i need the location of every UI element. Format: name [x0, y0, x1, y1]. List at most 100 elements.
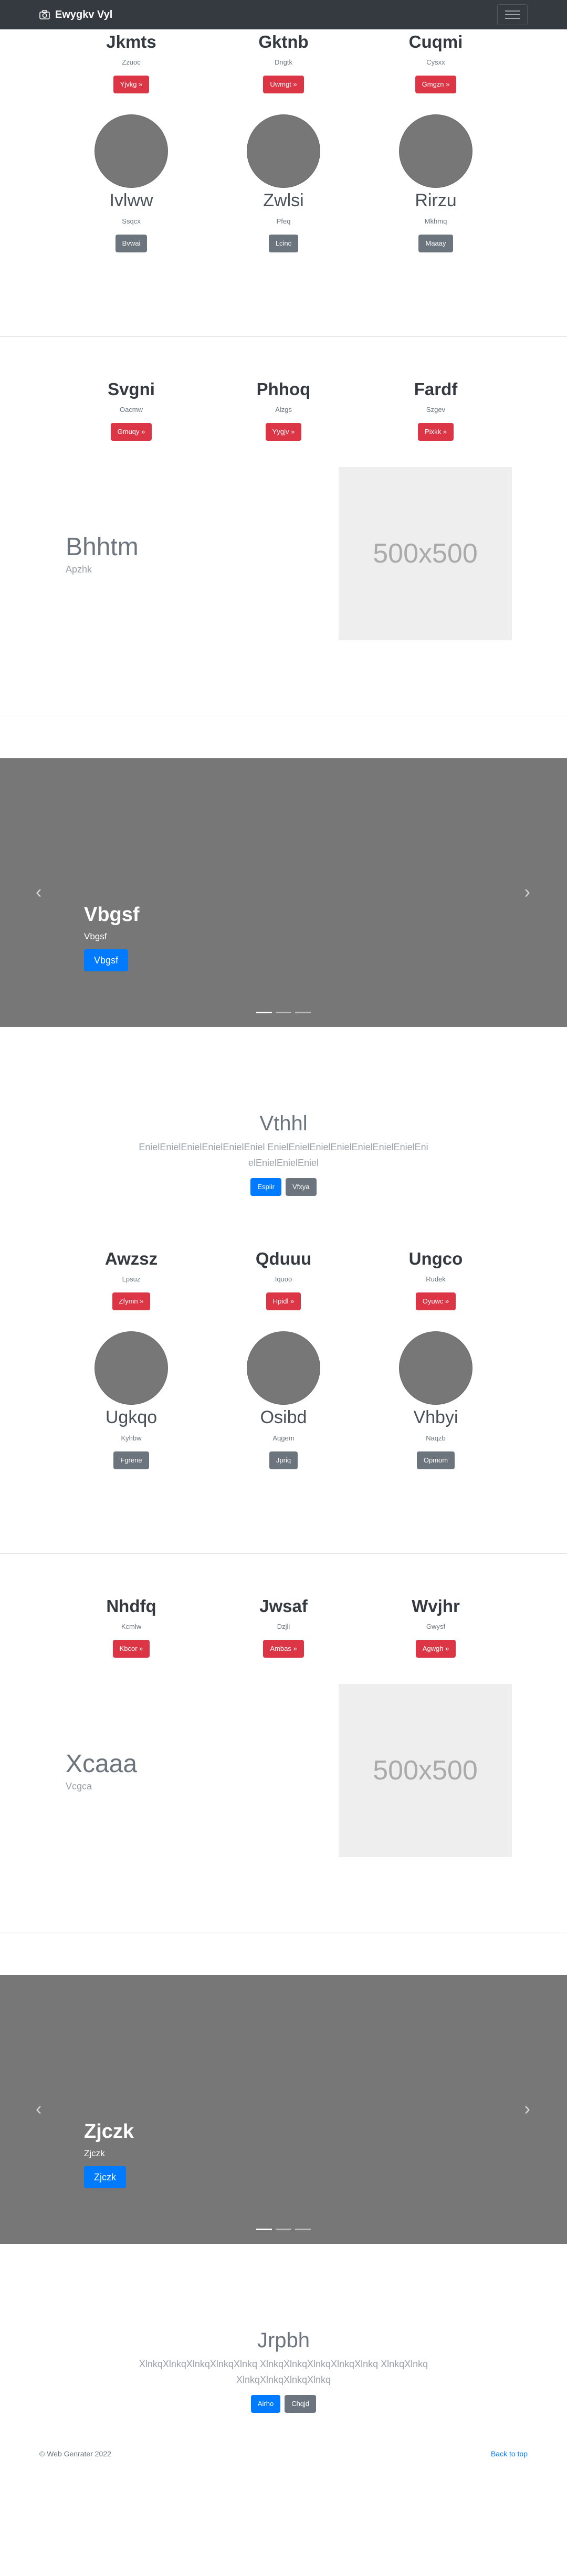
- person-button[interactable]: Maaay: [418, 235, 453, 252]
- navbar-brand[interactable]: Ewygkv Vyl: [39, 9, 112, 21]
- column-button[interactable]: Hpidl »: [266, 1292, 301, 1310]
- person-button[interactable]: Fgrene: [113, 1451, 149, 1469]
- jumbotron: Jrpbh XlnkqXlnkqXlnkqXlnkqXlnkq XlnkqXln…: [55, 2328, 512, 2413]
- column-subtitle: Rudek: [426, 1275, 446, 1283]
- person-subtitle: Kyhbw: [121, 1434, 142, 1442]
- featurette-2: Xcaaa Vcgca 500x500: [55, 1684, 512, 1857]
- person-button[interactable]: Lcinc: [268, 235, 299, 252]
- column-subtitle: Cysxx: [426, 58, 445, 66]
- placeholder-image: 500x500: [339, 1684, 512, 1857]
- carousel-prev-icon[interactable]: ‹: [36, 883, 41, 901]
- carousel-button[interactable]: Zjczk: [84, 2166, 126, 2188]
- column-item: Fardf Szgev Pixkk »: [360, 379, 512, 441]
- jumbotron-secondary-button[interactable]: Chqjd: [285, 2395, 317, 2413]
- column-item: Gktnb Dngtk Uwmgt »: [207, 31, 360, 93]
- carousel-indicator[interactable]: [276, 2229, 291, 2230]
- person-name: Rirzu: [415, 190, 457, 210]
- column-item: Jwsaf Dzjli Ambas »: [207, 1596, 360, 1658]
- featurette-title: Bhhtm: [66, 533, 139, 561]
- carousel: ‹ › Vbgsf Vbgsf Vbgsf: [0, 758, 567, 1027]
- jumbotron-text: EnielEnielEnielEnielEnielEniel EnielEnie…: [139, 1142, 428, 1168]
- avatar: [399, 1331, 472, 1405]
- carousel-indicator[interactable]: [276, 1012, 291, 1013]
- person-name: Vhbyi: [413, 1407, 458, 1427]
- person-button[interactable]: Opmom: [416, 1451, 455, 1469]
- carousel-indicators: [0, 2229, 567, 2230]
- column-item: Jkmts Zzuoc Yjvkg »: [55, 31, 207, 93]
- column-item: Wvjhr Gwysf Agwgh »: [360, 1596, 512, 1658]
- hamburger-icon: [505, 10, 520, 12]
- carousel-indicators: [0, 1012, 567, 1013]
- carousel-prev-icon[interactable]: ‹: [36, 2100, 41, 2118]
- column-title: Jwsaf: [259, 1596, 308, 1616]
- navbar: Ewygkv Vyl: [0, 0, 567, 29]
- jumbotron-text: XlnkqXlnkqXlnkqXlnkqXlnkq XlnkqXlnkqXlnk…: [139, 2359, 428, 2385]
- column-title: Svgni: [108, 379, 155, 399]
- column-title: Nhdfq: [106, 1596, 156, 1616]
- carousel-button[interactable]: Vbgsf: [84, 949, 129, 971]
- carousel-indicator[interactable]: [295, 1012, 311, 1013]
- carousel-next-icon[interactable]: ›: [524, 2100, 530, 2118]
- avatar: [247, 114, 320, 188]
- person-card: Zwlsi Pfeq Lcinc: [207, 114, 360, 252]
- placeholder-image: 500x500: [339, 467, 512, 640]
- column-button[interactable]: Pixkk »: [418, 423, 454, 441]
- carousel-subtitle: Vbgsf: [84, 931, 107, 941]
- column-button[interactable]: Zfymn »: [112, 1292, 151, 1310]
- avatar: [247, 1331, 320, 1405]
- person-button[interactable]: Jpriq: [269, 1451, 298, 1469]
- person-subtitle: Aqgem: [272, 1434, 295, 1442]
- column-title: Ungco: [408, 1249, 463, 1268]
- column-subtitle: Lpsuz: [122, 1275, 141, 1283]
- jumbotron-primary-button[interactable]: Airho: [250, 2395, 281, 2413]
- back-to-top-link[interactable]: Back to top: [491, 2450, 528, 2458]
- carousel-title: Vbgsf: [84, 904, 140, 926]
- person-name: Ivlww: [109, 190, 153, 210]
- column-button[interactable]: Ambas »: [263, 1640, 304, 1658]
- footer: © Web Genrater 2022 Back to top: [39, 2450, 528, 2458]
- people-row-1: Ivlww Ssqcx Bvwai Zwlsi Pfeq Lcinc Rirzu Mkhm…: [55, 114, 512, 252]
- carousel-indicator[interactable]: [256, 2229, 272, 2230]
- column-title: Qduuu: [255, 1249, 312, 1268]
- footer-copyright: © Web Genrater 2022: [39, 2450, 111, 2458]
- carousel-caption: Vbgsf Vbgsf Vbgsf: [84, 903, 140, 971]
- column-button[interactable]: Uwmgt »: [263, 76, 304, 93]
- column-title: Jkmts: [106, 32, 156, 51]
- carousel-subtitle: Zjczk: [84, 2148, 105, 2158]
- column-item: Ungco Rudek Oyuwc »: [360, 1248, 512, 1310]
- column-button[interactable]: Yjvkg »: [113, 76, 150, 93]
- column-button[interactable]: Agwgh »: [415, 1640, 456, 1658]
- column-button[interactable]: Gmgzn »: [415, 76, 457, 93]
- column-title: Fardf: [414, 379, 458, 399]
- column-item: Phhoq Alzgs Yygjv »: [207, 379, 360, 441]
- column-button[interactable]: Yygjv »: [265, 423, 302, 441]
- column-subtitle: Szgev: [426, 406, 446, 414]
- person-button[interactable]: Bvwai: [115, 235, 148, 252]
- column-button[interactable]: Oyuwc »: [415, 1292, 456, 1310]
- column-item: Svgni Oacmw Gmuqy »: [55, 379, 207, 441]
- column-button[interactable]: Gmuqy »: [110, 423, 152, 441]
- avatar: [94, 114, 168, 188]
- carousel-next-icon[interactable]: ›: [524, 883, 530, 901]
- jumbotron-secondary-button[interactable]: Vfxya: [286, 1178, 317, 1196]
- avatar: [399, 114, 472, 188]
- carousel-indicator[interactable]: [256, 1012, 272, 1013]
- featurette-subtitle: Apzhk: [66, 564, 92, 575]
- jumbotron: Vthhl EnielEnielEnielEnielEnielEniel Eni…: [55, 1111, 512, 1196]
- column-button[interactable]: Kbcor »: [112, 1640, 150, 1658]
- person-subtitle: Mkhmq: [424, 217, 447, 225]
- column-title: Cuqmi: [408, 32, 463, 51]
- column-subtitle: Dngtk: [275, 58, 292, 66]
- jumbotron-primary-button[interactable]: Espiir: [250, 1178, 281, 1196]
- feature-columns-2: Svgni Oacmw Gmuqy » Phhoq Alzgs Yygjv » Fard…: [55, 379, 512, 441]
- brand-name: Ewygkv Vyl: [55, 8, 113, 20]
- carousel-caption: Zjczk Zjczk Zjczk: [84, 2120, 134, 2188]
- people-row-2: Ugkqo Kyhbw Fgrene Osibd Aqgem Jpriq Vhbyi Na…: [55, 1331, 512, 1469]
- jumbotron-title: Vthhl: [259, 1112, 308, 1135]
- navbar-toggler[interactable]: [497, 4, 528, 25]
- person-card: Osibd Aqgem Jpriq: [207, 1331, 360, 1469]
- person-subtitle: Pfeq: [276, 217, 291, 225]
- column-subtitle: Kcmlw: [121, 1623, 142, 1630]
- featurette-title: Xcaaa: [66, 1750, 138, 1778]
- carousel-indicator[interactable]: [295, 2229, 311, 2230]
